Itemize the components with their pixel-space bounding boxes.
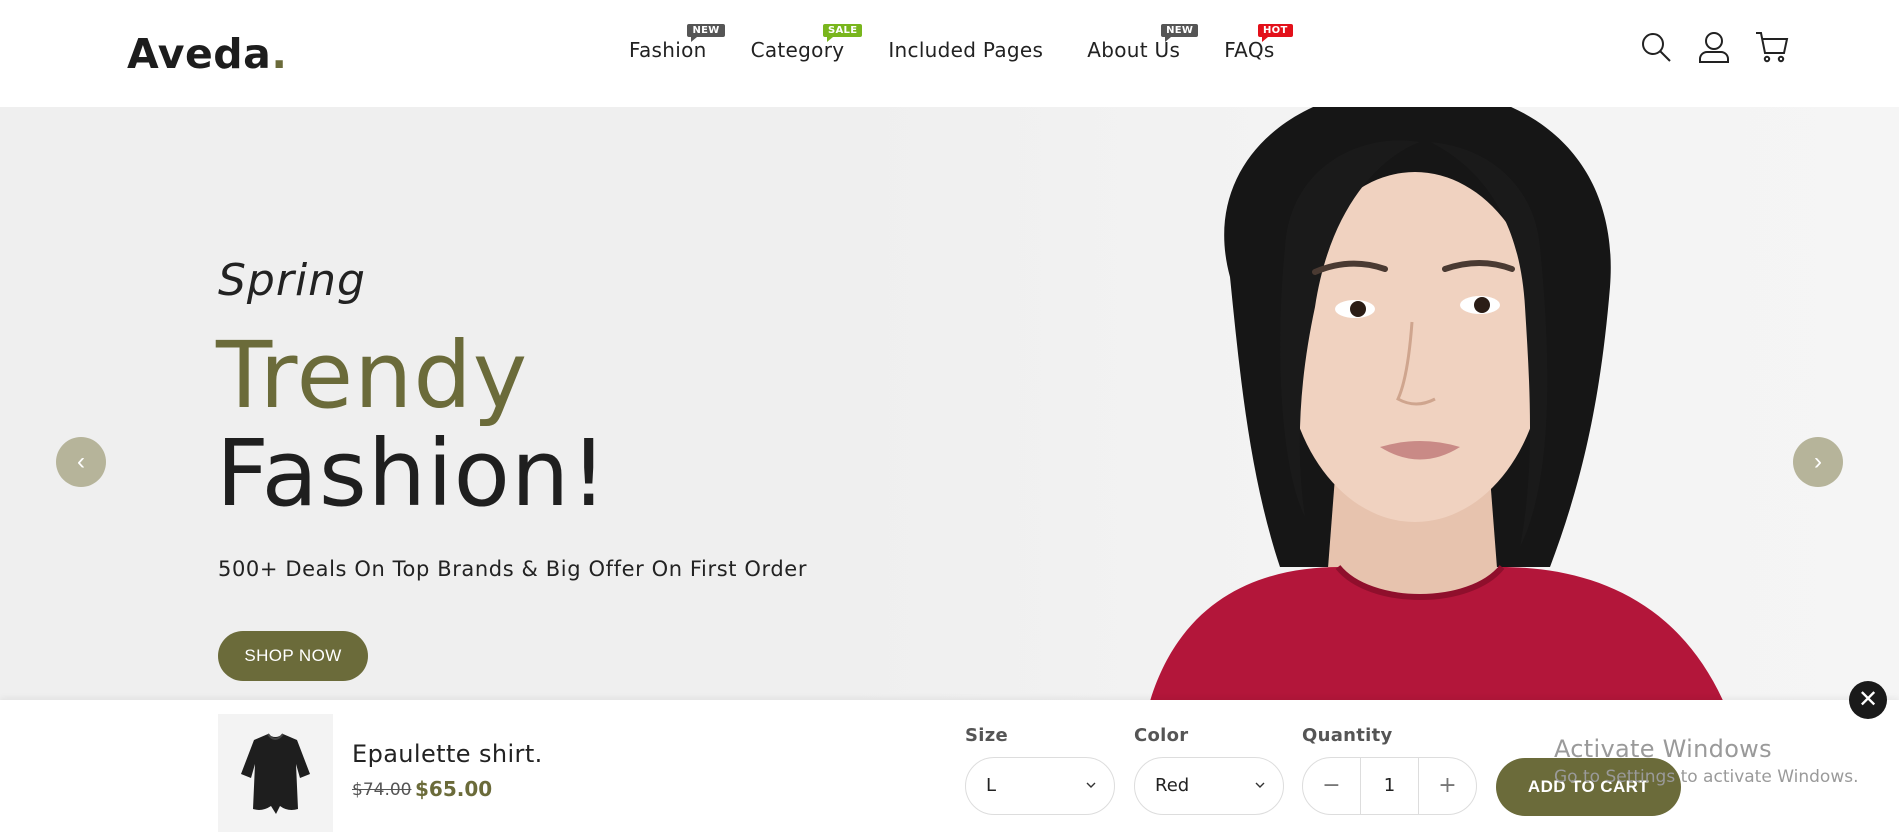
site-header: Aveda. Fashion NEW Category SALE Include… (0, 0, 1899, 107)
brand-dot: . (271, 30, 288, 78)
user-icon[interactable] (1697, 30, 1731, 64)
product-name: Epaulette shirt. (352, 740, 543, 768)
quantity-label: Quantity (1302, 725, 1393, 746)
product-shirt-image (241, 733, 310, 814)
close-sticky-bar-button[interactable]: ✕ (1849, 681, 1887, 719)
hero-description: 500+ Deals On Top Brands & Big Offer On … (218, 557, 808, 581)
next-slide-button[interactable]: › (1793, 437, 1843, 487)
hero-title-line1: Trendy (216, 322, 529, 429)
size-select[interactable]: L (965, 757, 1115, 815)
nav-badge-new: NEW (1161, 24, 1199, 42)
prev-slide-button[interactable]: ‹ (56, 437, 106, 487)
nav-badge-hot: HOT (1258, 24, 1293, 42)
chevron-down-icon (1086, 782, 1096, 788)
cart-icon[interactable] (1755, 30, 1789, 64)
sticky-add-to-cart-bar: Epaulette shirt. $74.00 $65.00 Size L Co… (0, 700, 1899, 838)
hero-model-image (1150, 107, 1723, 700)
chevron-left-icon: ‹ (77, 448, 85, 475)
nav-item-fashion[interactable]: Fashion NEW (629, 24, 725, 62)
color-select[interactable]: Red (1134, 757, 1284, 815)
quantity-stepper: − 1 + (1302, 757, 1477, 815)
nav-label: Included Pages (888, 38, 1044, 62)
color-value: Red (1155, 775, 1190, 796)
nav-item-about-us[interactable]: About Us NEW (1087, 24, 1199, 62)
brand-name: Aveda (127, 30, 272, 78)
nav-badge-sale: SALE (823, 24, 863, 42)
nav-item-faqs[interactable]: FAQs HOT (1224, 24, 1293, 62)
color-label: Color (1134, 725, 1189, 746)
search-icon[interactable] (1639, 30, 1673, 64)
hero-title-line2: Fashion! (216, 420, 609, 527)
header-actions (1639, 30, 1789, 64)
nav-item-included-pages[interactable]: Included Pages (888, 38, 1043, 62)
quantity-decrease-button[interactable]: − (1303, 758, 1361, 814)
add-to-cart-button[interactable]: ADD TO CART (1496, 758, 1681, 816)
product-old-price: $74.00 (352, 780, 412, 800)
chevron-down-icon (1255, 782, 1265, 788)
hero-subtitle: Spring (218, 255, 366, 306)
brand-logo[interactable]: Aveda. (127, 30, 287, 78)
size-value: L (986, 775, 997, 796)
quantity-input[interactable]: 1 (1361, 758, 1418, 814)
close-icon: ✕ (1857, 686, 1879, 713)
nav-badge-new: NEW (687, 24, 725, 42)
chevron-right-icon: › (1814, 448, 1822, 475)
quantity-increase-button[interactable]: + (1418, 758, 1476, 814)
hero-slider: Spring Trendy Fashion! 500+ Deals On Top… (0, 107, 1899, 700)
nav-item-category[interactable]: Category SALE (751, 24, 863, 62)
product-sale-price: $65.00 (415, 777, 493, 801)
shop-now-button[interactable]: SHOP NOW (218, 631, 368, 681)
size-label: Size (965, 725, 1009, 746)
product-thumbnail[interactable] (218, 714, 333, 832)
main-nav: Fashion NEW Category SALE Included Pages… (629, 24, 1319, 62)
